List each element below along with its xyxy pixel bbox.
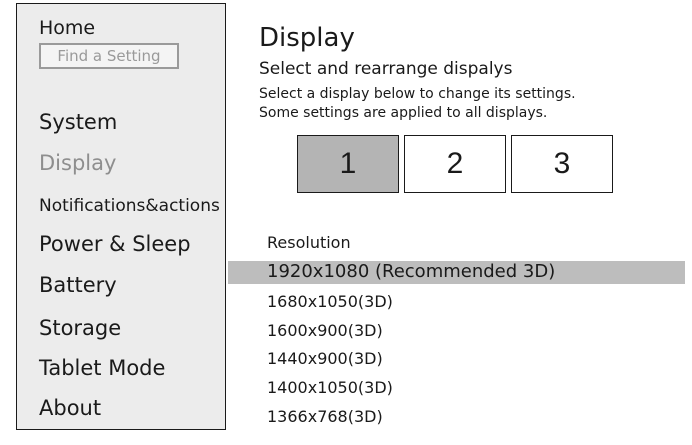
resolution-option-1920x1080[interactable]: 1920x1080 (Recommended 3D): [267, 261, 555, 282]
search-input[interactable]: [39, 43, 179, 69]
home-link[interactable]: Home: [39, 17, 95, 39]
sidebar-item-display[interactable]: Display: [39, 151, 116, 175]
sidebar-item-system[interactable]: System: [39, 110, 117, 134]
sidebar-item-notifications[interactable]: Notifications&actions: [39, 196, 220, 216]
resolution-option-1366x768[interactable]: 1366x768(3D): [267, 407, 383, 426]
resolution-label: Resolution: [267, 233, 351, 252]
sidebar-item-tablet-mode[interactable]: Tablet Mode: [39, 356, 165, 380]
resolution-option-1440x900[interactable]: 1440x900(3D): [267, 349, 383, 368]
page-title: Display: [259, 23, 355, 53]
sidebar: Home System Display Notifications&action…: [16, 3, 226, 430]
sidebar-item-battery[interactable]: Battery: [39, 273, 117, 297]
description-line-1: Select a display below to change its set…: [259, 86, 576, 102]
resolution-option-1400x1050[interactable]: 1400x1050(3D): [267, 378, 393, 397]
display-3-tile[interactable]: 3: [511, 135, 613, 193]
sidebar-item-power-sleep[interactable]: Power & Sleep: [39, 232, 191, 256]
sidebar-item-storage[interactable]: Storage: [39, 316, 121, 340]
description-line-2: Some settings are applied to all display…: [259, 105, 548, 121]
page-subtitle: Select and rearrange dispalys: [259, 59, 513, 79]
resolution-option-1680x1050[interactable]: 1680x1050(3D): [267, 292, 393, 311]
sidebar-item-about[interactable]: About: [39, 396, 101, 420]
display-1-tile[interactable]: 1: [297, 135, 399, 193]
resolution-option-1600x900[interactable]: 1600x900(3D): [267, 321, 383, 340]
display-2-tile[interactable]: 2: [404, 135, 506, 193]
